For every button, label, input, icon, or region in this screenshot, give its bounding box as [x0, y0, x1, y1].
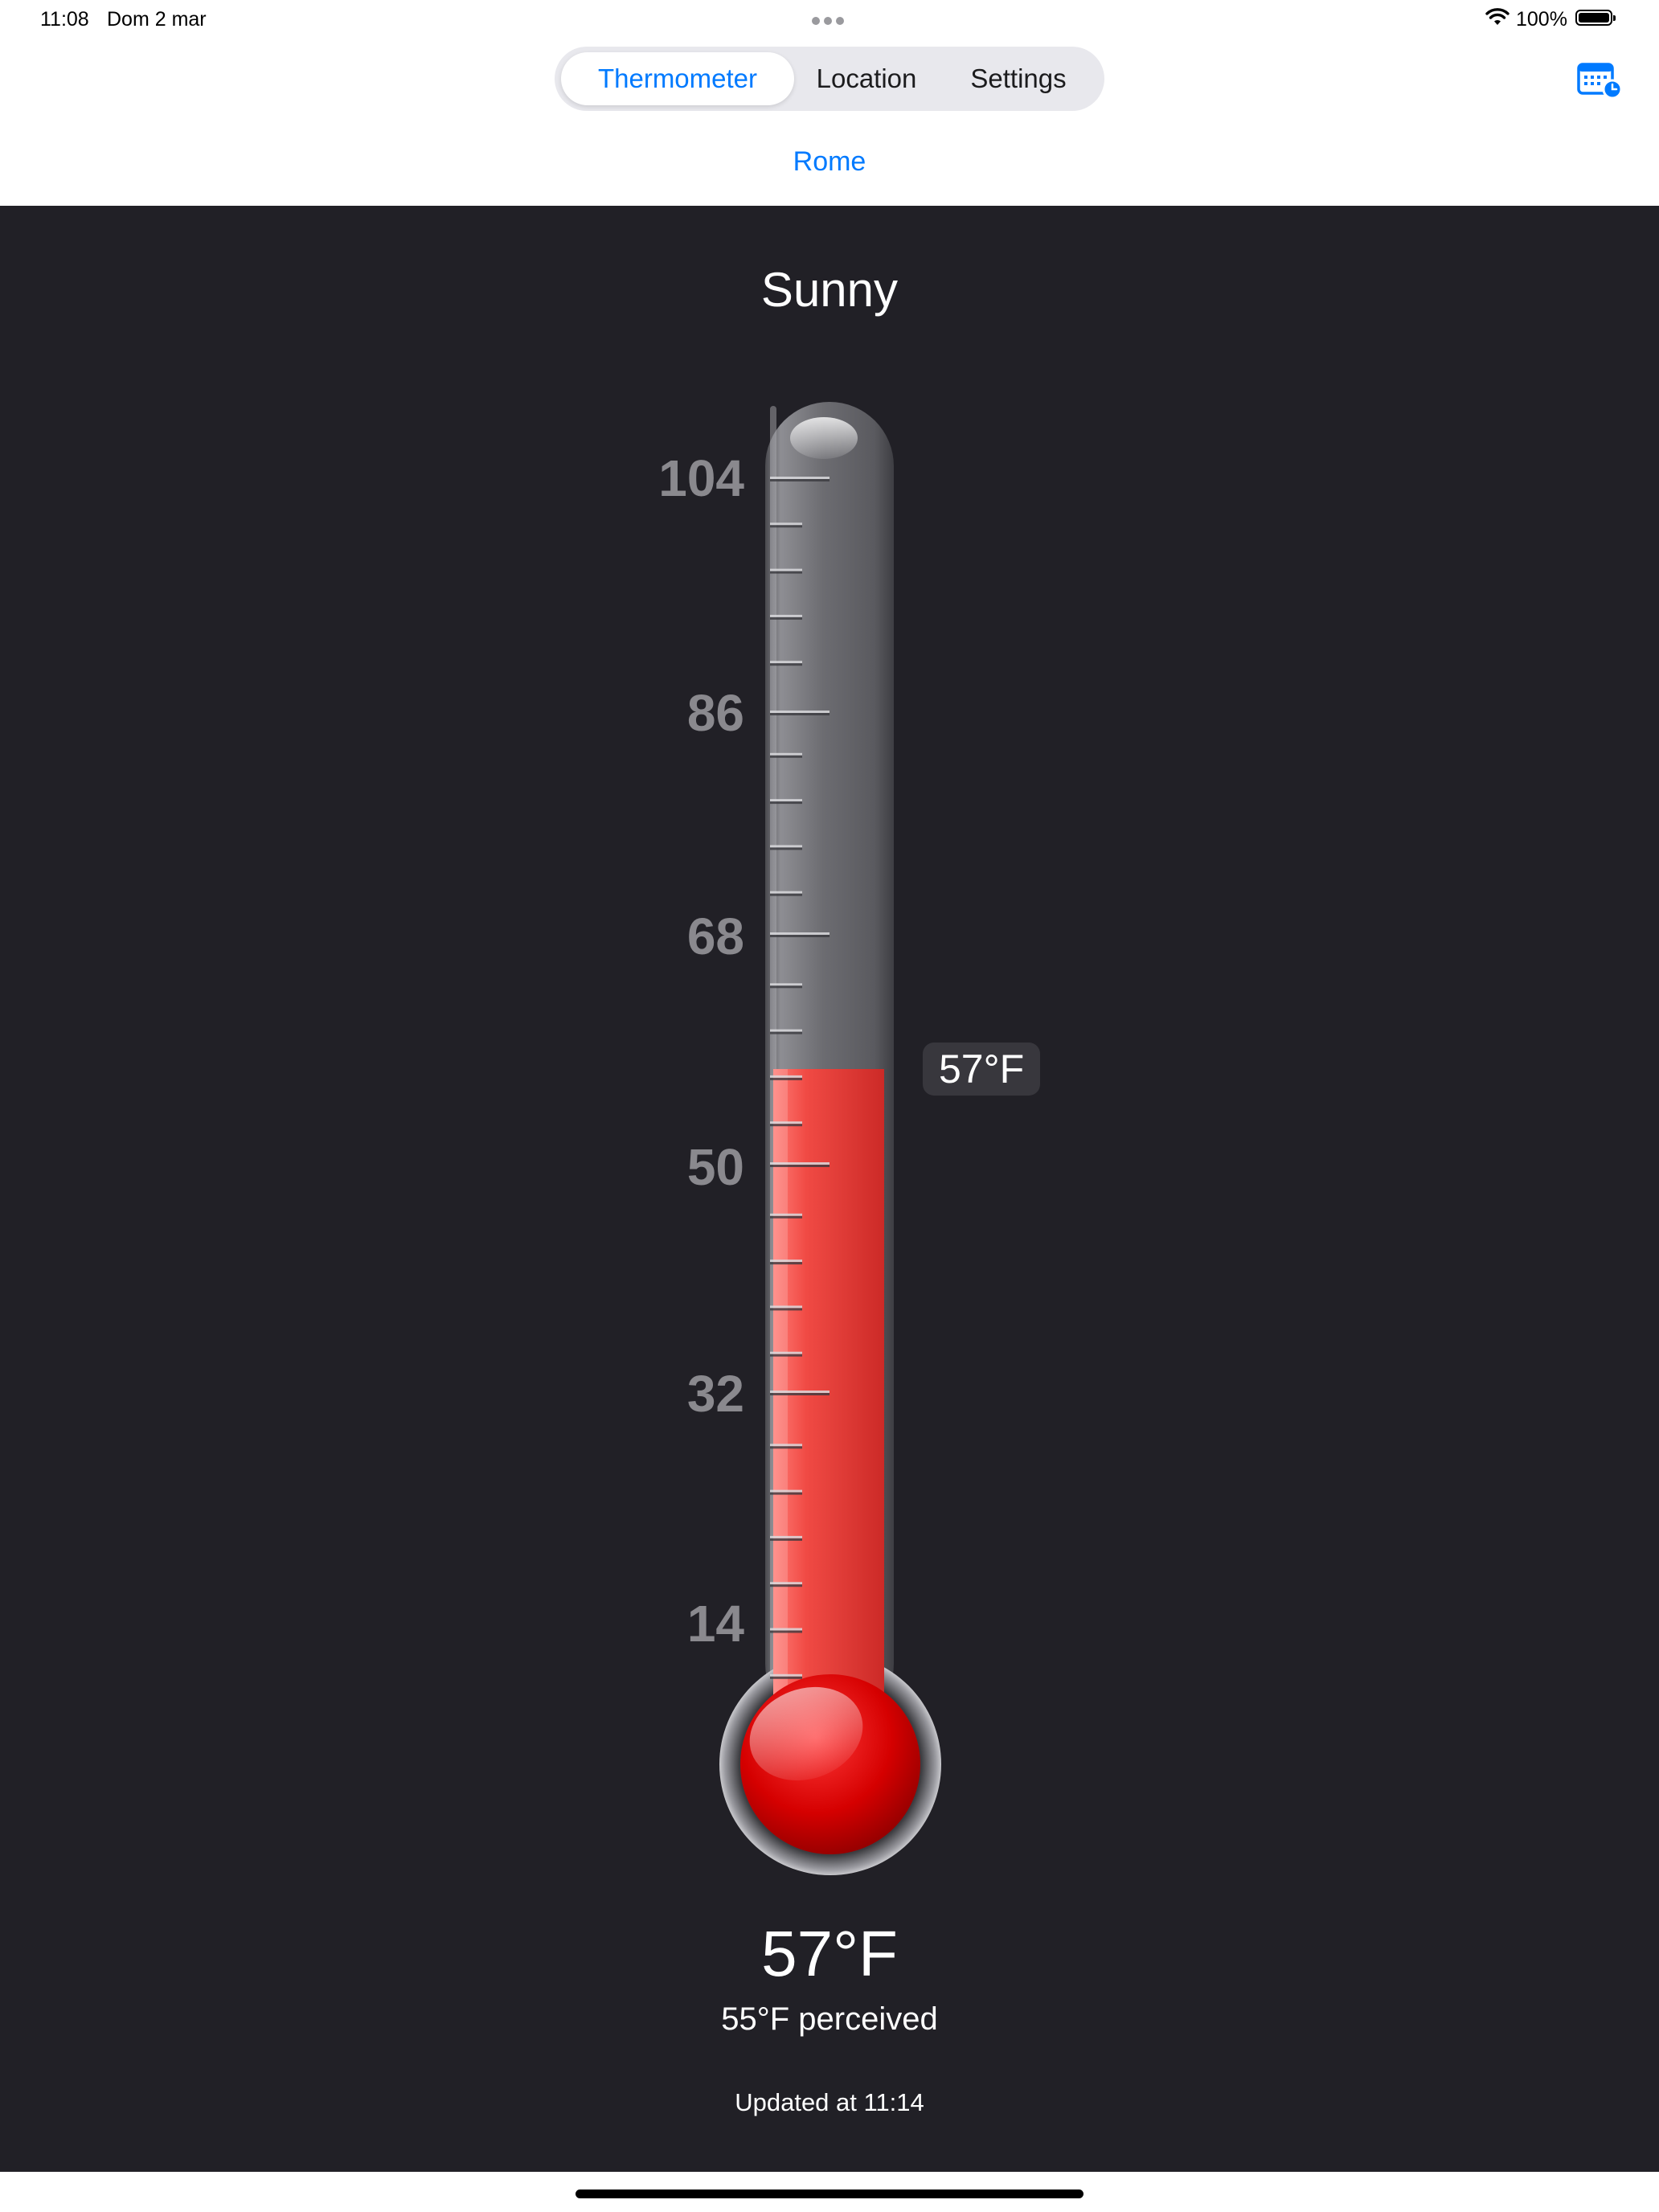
minor-tick: [770, 1075, 802, 1078]
tick-shadow: [770, 1492, 802, 1495]
tick-shadow: [770, 985, 802, 989]
minor-tick: [770, 1029, 802, 1032]
major-tick: [770, 711, 830, 713]
tick-shadow: [770, 935, 830, 937]
tab-location[interactable]: Location: [794, 52, 939, 105]
minor-tick: [770, 1260, 802, 1263]
updated-time: Updated at 11:14: [735, 2088, 924, 2116]
minor-tick: [770, 614, 802, 617]
perceived-temperature: 55°F perceived: [721, 2001, 938, 2037]
tick-shadow: [770, 713, 830, 715]
tick-shadow: [770, 1446, 802, 1449]
tick-shadow: [770, 663, 802, 666]
thermometer: [719, 402, 941, 1875]
minor-tick: [770, 1535, 802, 1538]
weather-condition: Sunny: [760, 263, 899, 317]
tube-cap-highlight: [790, 417, 858, 459]
tick-shadow: [770, 1031, 802, 1034]
minor-tick: [770, 661, 802, 664]
minor-tick: [770, 891, 802, 894]
calendar-clock-icon[interactable]: [1577, 61, 1624, 100]
wifi-icon: [1485, 8, 1509, 25]
tick-shadow: [770, 525, 802, 528]
minor-tick: [770, 1444, 802, 1447]
minor-tick: [770, 752, 802, 756]
view-segmented-control: Thermometer Location Settings: [555, 47, 1104, 111]
tick-shadow: [770, 801, 802, 805]
location-link[interactable]: Rome: [0, 146, 1659, 178]
tick-shadow: [770, 1584, 802, 1587]
minor-tick: [770, 1582, 802, 1585]
tick-shadow: [770, 571, 802, 574]
minor-tick: [770, 1213, 802, 1216]
tick-shadow: [770, 755, 802, 758]
tick-shadow: [770, 1354, 802, 1357]
major-tick: [770, 1162, 830, 1165]
minor-tick: [770, 1489, 802, 1493]
tick-shadow: [770, 1393, 830, 1395]
tick-shadow: [770, 1215, 802, 1219]
major-tick: [770, 932, 830, 935]
tab-thermometer[interactable]: Thermometer: [561, 52, 794, 105]
home-indicator[interactable]: [576, 2189, 1083, 2198]
current-temperature: 57°F: [761, 1918, 898, 1989]
minor-tick: [770, 983, 802, 986]
tick-shadow: [770, 847, 802, 850]
minor-tick: [770, 568, 802, 571]
tick-shadow: [770, 1676, 802, 1679]
minor-tick: [770, 1305, 802, 1309]
tick-shadow: [770, 1165, 830, 1167]
tick-shadow: [770, 1124, 802, 1127]
minor-tick: [770, 1351, 802, 1354]
more-dots-icon[interactable]: [812, 14, 848, 29]
tick-shadow: [770, 1077, 802, 1080]
status-date: Dom 2 mar: [107, 8, 207, 31]
temperature-marker-label: 57°F: [923, 1043, 1041, 1096]
battery-percentage: 100%: [1516, 8, 1567, 31]
tab-settings[interactable]: Settings: [939, 52, 1098, 105]
minor-tick: [770, 522, 802, 526]
top-bar: 11:08 Dom 2 mar 100% Thermometer Locatio…: [0, 0, 1659, 206]
major-tick: [770, 1391, 830, 1393]
tick-shadow: [770, 893, 802, 896]
minor-tick: [770, 1121, 802, 1124]
status-time: 11:08: [40, 8, 89, 31]
major-tick: [770, 477, 830, 479]
tick-shadow: [770, 479, 830, 481]
minor-tick: [770, 799, 802, 802]
tick-shadow: [770, 1262, 802, 1265]
tick-shadow: [770, 616, 802, 620]
tick-shadow: [770, 1630, 802, 1633]
minor-tick: [770, 845, 802, 848]
tick-shadow: [770, 1308, 802, 1311]
battery-icon: [1575, 10, 1616, 26]
tick-shadow: [770, 1538, 802, 1541]
minor-tick: [770, 1673, 802, 1677]
minor-tick: [770, 1628, 802, 1631]
